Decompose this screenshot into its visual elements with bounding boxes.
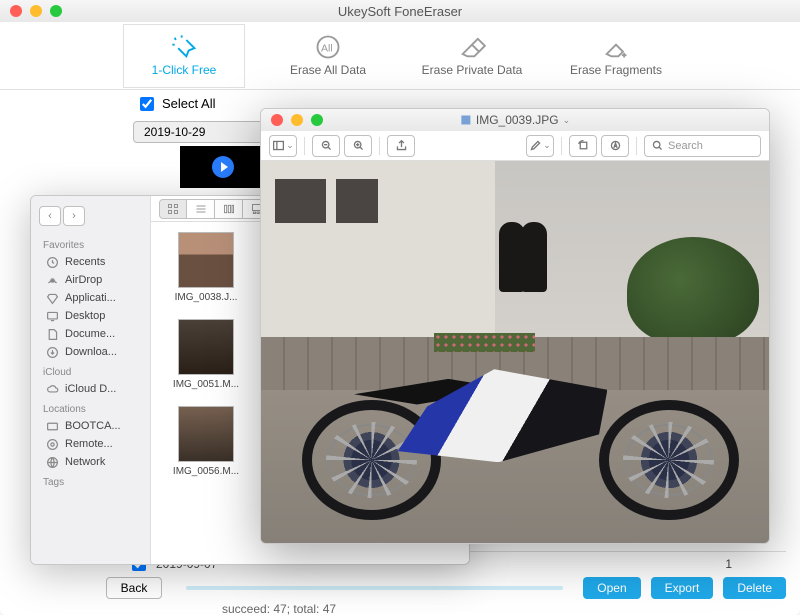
disk-icon [45, 419, 59, 433]
erase-all-icon: All [314, 35, 342, 59]
video-thumbnail[interactable] [180, 146, 266, 188]
file-item[interactable]: IMG_0038.J... [161, 232, 251, 303]
maximize-window-button[interactable] [50, 5, 62, 17]
sidebar-item-desktop[interactable]: Desktop [31, 307, 150, 325]
preview-toolbar: ⌄ ⌄ Search [261, 131, 769, 161]
sidebar-item-remote[interactable]: Remote... [31, 435, 150, 453]
view-list-button[interactable] [187, 199, 215, 219]
delete-button[interactable]: Delete [723, 577, 786, 599]
preview-close-button[interactable] [271, 114, 283, 126]
minimize-window-button[interactable] [30, 5, 42, 17]
view-mode-segment [159, 199, 271, 219]
eraser-fragments-icon [602, 35, 630, 59]
file-item[interactable]: IMG_0056.M... [161, 406, 251, 477]
tab-erase-private[interactable]: Erase Private Data [412, 25, 532, 87]
zoom-out-button[interactable] [312, 135, 340, 157]
airdrop-icon [45, 273, 59, 287]
sidebar-item-bootcamp[interactable]: BOOTCA... [31, 417, 150, 435]
zoom-in-button[interactable] [344, 135, 372, 157]
document-icon [45, 327, 59, 341]
cursor-sparkle-icon [170, 35, 198, 59]
sidebar-item-airdrop[interactable]: AirDrop [31, 271, 150, 289]
view-icon-button[interactable] [159, 199, 187, 219]
cloud-icon [45, 382, 59, 396]
svg-text:All: All [321, 42, 333, 54]
tab-label: Erase All Data [290, 63, 366, 77]
titlebar: UkeySoft FoneEraser [0, 0, 800, 22]
sidebar-item-recents[interactable]: Recents [31, 253, 150, 271]
select-all-label: Select All [162, 96, 215, 111]
preview-filename: IMG_0039.JPG ⌄ [460, 113, 570, 127]
sidebar-section-tags: Tags [31, 471, 150, 490]
app-title: UkeySoft FoneEraser [338, 4, 462, 19]
back-button[interactable]: Back [106, 577, 162, 599]
preview-search[interactable]: Search [644, 135, 761, 157]
tab-erase-fragments[interactable]: Erase Fragments [556, 25, 676, 87]
sidebar-item-network[interactable]: Network [31, 453, 150, 471]
desktop-icon [45, 309, 59, 323]
tab-1-click-free[interactable]: 1-Click Free [124, 25, 244, 87]
file-name: IMG_0056.M... [173, 466, 239, 477]
sidebar-item-icloud-drive[interactable]: iCloud D... [31, 380, 150, 398]
file-thumbnail [178, 232, 234, 288]
close-window-button[interactable] [10, 5, 22, 17]
rotate-button[interactable] [569, 135, 597, 157]
sidebar-item-applications[interactable]: Applicati... [31, 289, 150, 307]
sidebar-item-downloads[interactable]: Downloa... [31, 343, 150, 361]
tab-label: 1-Click Free [152, 63, 217, 77]
nav-forward-button[interactable]: › [63, 206, 85, 226]
sidebar-section-favorites: Favorites [31, 234, 150, 253]
file-name: IMG_0038.J... [175, 292, 238, 303]
file-item[interactable]: IMG_0051.M... [161, 319, 251, 390]
file-thumbnail [178, 319, 234, 375]
eraser-icon [458, 35, 486, 59]
highlight-button[interactable]: ⌄ [526, 135, 554, 157]
sidebar-section-icloud: iCloud [31, 361, 150, 380]
date-row-count: 1 [725, 557, 732, 571]
share-button[interactable] [387, 135, 415, 157]
window-controls [0, 5, 62, 17]
download-icon [45, 345, 59, 359]
tab-label: Erase Fragments [570, 63, 662, 77]
preview-image[interactable] [261, 161, 769, 543]
mode-tabs: 1-Click Free All Erase All Data Erase Pr… [0, 22, 800, 90]
tab-erase-all[interactable]: All Erase All Data [268, 25, 388, 87]
markup-button[interactable] [601, 135, 629, 157]
sidebar-section-locations: Locations [31, 398, 150, 417]
file-name: IMG_0051.M... [173, 379, 239, 390]
sidebar-toggle-button[interactable]: ⌄ [269, 135, 297, 157]
preview-window: IMG_0039.JPG ⌄ ⌄ ⌄ Search [260, 108, 770, 544]
status-text: succeed: 47; total: 47 [106, 600, 786, 615]
view-column-button[interactable] [215, 199, 243, 219]
export-button[interactable]: Export [651, 577, 714, 599]
applications-icon [45, 291, 59, 305]
open-button[interactable]: Open [583, 577, 640, 599]
chevron-down-icon: ⌄ [563, 115, 571, 126]
file-thumbnail [178, 406, 234, 462]
finder-sidebar: ‹ › Favorites Recents AirDrop Applicati.… [31, 196, 151, 564]
play-icon [212, 156, 234, 178]
select-all-checkbox[interactable] [140, 97, 154, 111]
sidebar-item-documents[interactable]: Docume... [31, 325, 150, 343]
preview-titlebar: IMG_0039.JPG ⌄ [261, 109, 769, 131]
preview-minimize-button[interactable] [291, 114, 303, 126]
nav-back-button[interactable]: ‹ [39, 206, 61, 226]
clock-icon [45, 255, 59, 269]
search-icon [651, 139, 664, 152]
progress-bar [186, 586, 563, 590]
tab-label: Erase Private Data [422, 63, 523, 77]
image-file-icon [460, 114, 472, 126]
remote-icon [45, 437, 59, 451]
globe-icon [45, 455, 59, 469]
preview-maximize-button[interactable] [311, 114, 323, 126]
